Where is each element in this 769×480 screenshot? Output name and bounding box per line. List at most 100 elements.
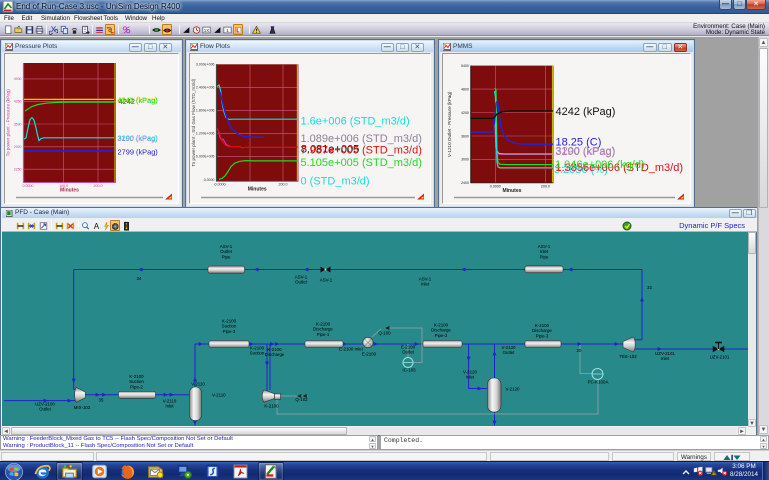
tee-102-tee[interactable] [623, 337, 635, 352]
pfd-label[interactable]: MIX-102 [74, 405, 91, 410]
k2100-discharge-pipe-2[interactable] [423, 341, 462, 348]
pfd-label[interactable]: Suction [250, 351, 265, 356]
pfd-label[interactable]: 35 [99, 398, 104, 403]
warning-sort-triangles-icon[interactable] [723, 454, 741, 461]
k2100-compressor[interactable] [262, 390, 280, 402]
windows-explorer-icon[interactable] [61, 463, 78, 480]
pfd-label[interactable]: V-2110 [212, 393, 226, 398]
pfd-label[interactable]: Pipe-3 [536, 333, 549, 338]
e2100-cooler[interactable] [363, 337, 373, 347]
pfd-label[interactable]: Outlet [295, 280, 307, 285]
unisim-taskbar-icon[interactable] [262, 463, 279, 480]
k2100-discharge-pipe-1[interactable] [305, 341, 343, 348]
pfd-label[interactable]: Outlet [39, 407, 51, 412]
action-center-icon[interactable] [693, 465, 705, 477]
firefox-icon[interactable] [119, 463, 136, 480]
integrator-clock-icon[interactable] [191, 24, 201, 35]
size-mode-icon[interactable] [27, 220, 37, 231]
k2100-suction-pipe-2[interactable] [119, 391, 156, 398]
pfd-label[interactable]: 34 [137, 276, 142, 281]
pfd-label[interactable]: IC-103 [402, 368, 416, 373]
eye-green-icon[interactable] [152, 24, 162, 35]
pfd-label[interactable]: PC-K100A [588, 380, 609, 385]
pfd-label[interactable]: K-2100 [264, 404, 279, 409]
pfd-label[interactable]: Pipe [222, 254, 231, 259]
scroll-arrow[interactable]: ▼ [759, 425, 768, 434]
adobe-reader-icon[interactable] [232, 463, 249, 480]
add-text-icon[interactable]: A [91, 220, 101, 231]
menu-item-edit[interactable]: Edit [22, 14, 33, 23]
pfd-label[interactable]: Inlet [421, 282, 430, 287]
show-desktop-button[interactable] [762, 462, 769, 480]
chart-minimize-button[interactable]: — [129, 43, 143, 52]
media-player-icon[interactable] [91, 463, 108, 480]
strip-chart-plot[interactable]: 3.000e+0062.400e+0061.800e+0061.200e+006… [187, 52, 435, 208]
pfd-label[interactable]: Q-100 [378, 331, 391, 336]
close-button[interactable]: ✕ [746, 0, 766, 10]
chart-close-button[interactable]: ✕ [159, 43, 173, 52]
scroll-arrow[interactable]: ◄ [2, 427, 10, 435]
pfd-label[interactable]: Pipe-3 [223, 329, 236, 334]
pfd-minimize-button[interactable]: — [729, 209, 743, 218]
scroll-arrow[interactable]: ▲ [369, 436, 376, 442]
minimize-button[interactable]: — [719, 0, 732, 10]
scroll-arrow[interactable]: ▼ [760, 443, 767, 449]
attach-mode-icon[interactable] [15, 220, 25, 231]
multiplier-one-icon[interactable]: 1 [222, 24, 232, 35]
scroll-arrow[interactable]: ▲ [759, 38, 768, 47]
break-connection-icon[interactable] [54, 220, 64, 231]
pfd-canvas[interactable]: 34ASV-1OutletPipeASV-1OutletASV-1ASV-1In… [2, 232, 748, 426]
pfd-label[interactable]: Pipe-2 [130, 384, 143, 389]
menu-item-tools[interactable]: Tools [104, 14, 118, 23]
scroll-arrow[interactable]: ▼ [748, 419, 756, 427]
start-button-icon[interactable] [5, 463, 22, 480]
swap-connections-icon[interactable] [65, 220, 75, 231]
menu-item-help[interactable]: Help [152, 14, 165, 23]
signal-line[interactable] [580, 344, 592, 374]
move-attach-icon[interactable] [110, 220, 120, 231]
pfd-icon[interactable] [105, 24, 115, 35]
internet-explorer-icon[interactable] [34, 463, 51, 480]
pfd-restore-button[interactable]: ❐ [743, 209, 757, 218]
integrator-ramp-icon[interactable] [182, 24, 192, 35]
pfd-label[interactable]: UZV-2101 [710, 355, 730, 360]
scroll-arrow[interactable]: ▼ [369, 443, 376, 449]
mdi-vertical-scrollbar[interactable]: ▲▼ [758, 37, 769, 436]
print-icon[interactable] [35, 24, 45, 35]
pfd-label[interactable]: Discharge [265, 352, 285, 357]
strip-chart-plot[interactable]: 5400480042003600300024000.0000200.0Minut… [440, 52, 695, 208]
event-scheduler-icon[interactable] [233, 24, 243, 35]
new-case-icon[interactable] [3, 24, 13, 35]
zoom-icon[interactable] [80, 220, 90, 231]
taskbar-clock[interactable]: 3:06 PM 8/28/2014 [730, 463, 758, 479]
pfd-label[interactable]: V-2110 [191, 382, 205, 387]
pfd-label[interactable]: 20 [577, 348, 582, 353]
paste-icon[interactable] [70, 24, 80, 35]
copy-icon[interactable] [59, 24, 69, 35]
chevron-up-icon[interactable] [681, 467, 691, 477]
pfd-label[interactable]: E-2100 Inlet [339, 347, 363, 352]
open-case-icon[interactable] [14, 24, 24, 35]
pfd-label[interactable]: Pipe-2 [435, 333, 448, 338]
pfd-label[interactable]: Outlet [402, 350, 414, 355]
volume-muted-icon[interactable] [717, 465, 729, 477]
menu-item-file[interactable]: File [4, 14, 14, 23]
pfd-label[interactable]: Inlet [165, 404, 174, 409]
uzv2101-valve[interactable] [713, 343, 725, 353]
realtime-factor-icon[interactable]: 1X [202, 24, 212, 35]
pfd-label[interactable]: TEE-102 [619, 354, 637, 359]
utilities-icon[interactable] [121, 24, 131, 35]
chart-minimize-button[interactable]: — [643, 43, 657, 52]
k2100-suction-pipe-3[interactable] [209, 341, 249, 348]
scroll-thumb[interactable] [11, 427, 347, 435]
v2120-vessel[interactable] [488, 378, 502, 412]
scroll-thumb[interactable] [748, 232, 756, 254]
navigator-icon[interactable] [80, 24, 90, 35]
pc-k100a-controller[interactable] [592, 369, 603, 380]
network-warning-icon[interactable] [705, 465, 717, 477]
dynamic-pf-specs-button[interactable]: Dynamic P/F Specs [679, 221, 745, 230]
v2110-vessel[interactable] [190, 387, 202, 421]
zoom-fit-icon[interactable] [38, 220, 48, 231]
scroll-arrow[interactable]: ▲ [760, 436, 767, 442]
save-case-icon[interactable] [24, 24, 34, 35]
